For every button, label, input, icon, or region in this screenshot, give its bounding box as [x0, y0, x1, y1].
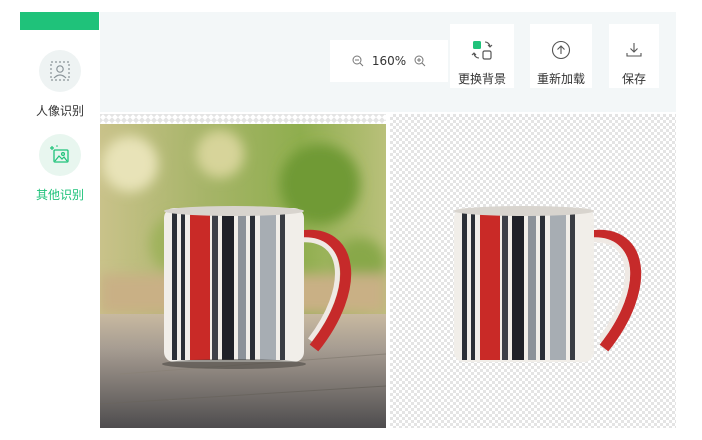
save-button[interactable]: 保存 — [609, 24, 659, 88]
upload-circle-icon — [530, 36, 592, 64]
checkerboard-strip — [100, 114, 386, 124]
zoom-in-icon[interactable] — [412, 53, 428, 69]
portrait-frame-icon — [39, 50, 81, 92]
sidebar-item-other[interactable]: 其他识别 — [28, 134, 92, 203]
reload-label: 重新加载 — [536, 72, 585, 86]
download-icon — [609, 36, 659, 64]
save-label: 保存 — [621, 72, 646, 86]
sidebar-item-label: 人像识别 — [35, 104, 84, 118]
original-image — [100, 124, 386, 428]
sidebar-item-portrait[interactable]: 人像识别 — [28, 50, 92, 119]
zoom-control: 160% — [330, 40, 448, 82]
brand-bar — [20, 12, 99, 30]
result-image — [390, 114, 676, 428]
zoom-level: 160% — [371, 54, 407, 68]
swap-background-icon — [450, 36, 514, 64]
image-sparkle-icon — [39, 134, 81, 176]
replace-background-label: 更换背景 — [457, 72, 506, 86]
sidebar-item-label: 其他识别 — [35, 188, 84, 202]
reload-button[interactable]: 重新加载 — [530, 24, 592, 88]
replace-background-button[interactable]: 更换背景 — [450, 24, 514, 88]
zoom-out-icon[interactable] — [350, 53, 366, 69]
top-toolbar: 160% 更换背景 重新加载 保存 — [100, 12, 676, 112]
